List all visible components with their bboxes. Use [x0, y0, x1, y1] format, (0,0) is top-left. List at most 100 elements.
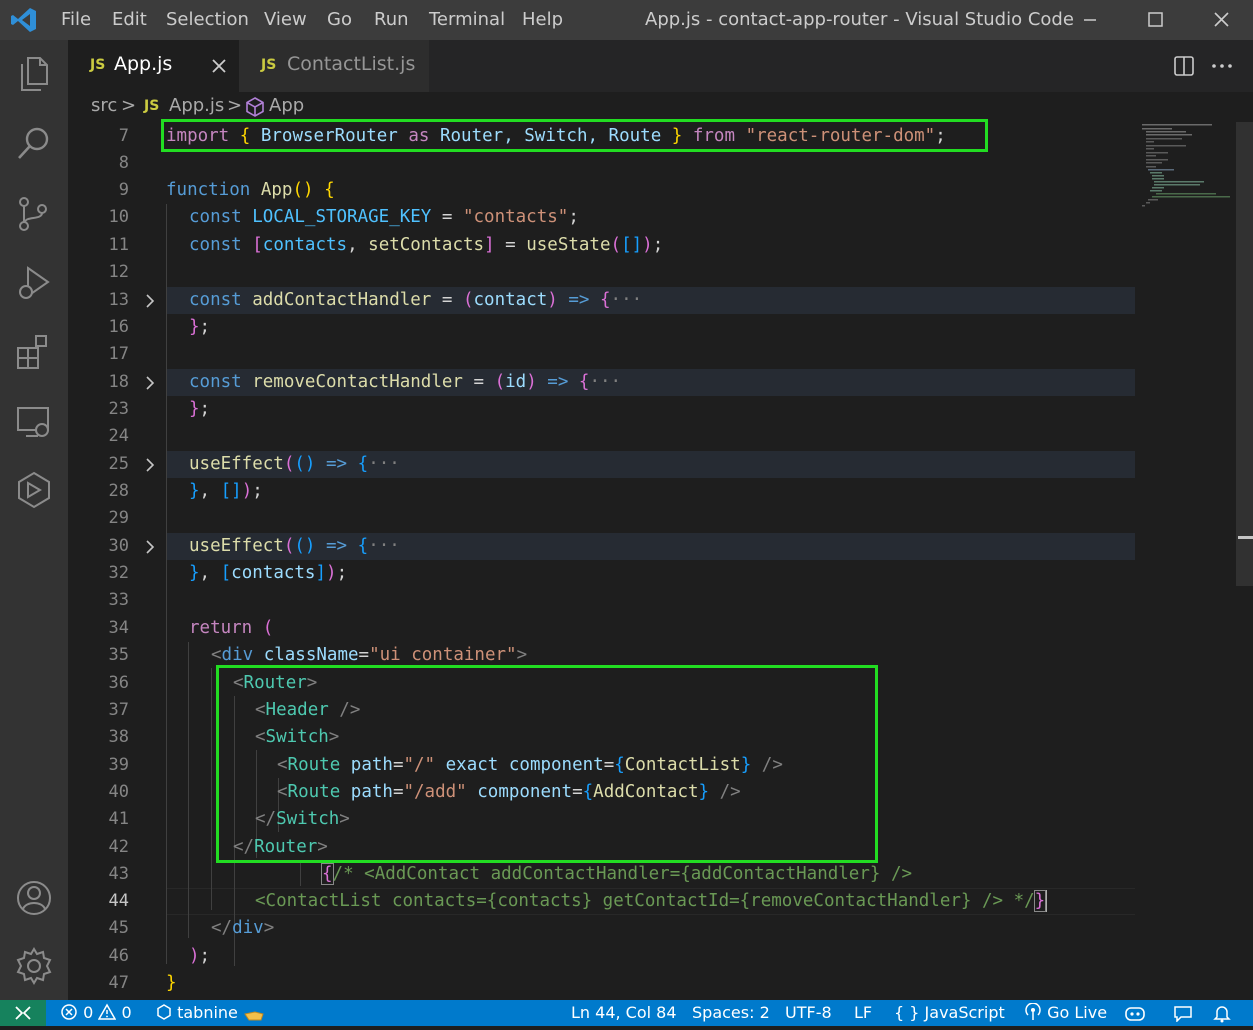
code-line: }	[166, 973, 177, 993]
chevron-right-icon[interactable]	[144, 533, 156, 560]
line-number: 24	[108, 426, 129, 446]
js-file-icon: JS	[261, 57, 277, 73]
tab-label: ContactList.js	[287, 53, 416, 75]
run-debug-button[interactable]	[14, 264, 54, 304]
maximize-button[interactable]	[1132, 0, 1178, 40]
highlight-box-router	[216, 665, 878, 863]
tab-app-js[interactable]: JS App.js	[68, 40, 239, 92]
symbol-class-icon	[246, 97, 264, 117]
settings-gear-icon	[16, 947, 52, 985]
status-bar: 0 0 tabnine Ln 44, Col 84 Spaces: 2 UTF-…	[0, 1000, 1253, 1026]
menu-run[interactable]: Run	[374, 0, 409, 40]
end-of-line-setting[interactable]: LF	[854, 1000, 872, 1026]
vertical-scrollbar[interactable]	[1236, 122, 1253, 586]
manage-settings-button[interactable]	[14, 946, 54, 986]
run-debug-icon	[19, 266, 50, 299]
line-number: 40	[108, 782, 129, 802]
search-button[interactable]	[14, 124, 54, 164]
line-number: 36	[108, 673, 129, 693]
deploy-button[interactable]	[14, 470, 54, 510]
minimize-button[interactable]	[1067, 0, 1113, 40]
language-mode[interactable]: { } JavaScript	[894, 1000, 1005, 1026]
go-live-button[interactable]: Go Live	[1024, 1000, 1107, 1026]
line-number: 25	[108, 454, 129, 474]
remote-icon	[15, 1006, 31, 1020]
bell-icon[interactable]	[1212, 1003, 1232, 1023]
close-window-button[interactable]	[1198, 0, 1244, 40]
line-number: 7	[118, 126, 129, 146]
tab-contactlist-js[interactable]: JS ContactList.js	[239, 40, 429, 92]
line-number: 18	[108, 372, 129, 392]
editor-tab-bar: JS App.js JS ContactList.js	[68, 40, 1253, 92]
breadcrumb-separator: >	[227, 95, 243, 116]
code-line: {/* <AddContact addContactHandler={addCo…	[321, 863, 913, 885]
code-line: return (	[189, 618, 274, 638]
menu-edit[interactable]: Edit	[112, 0, 147, 40]
remote-indicator-button[interactable]	[0, 1000, 46, 1026]
line-number: 47	[108, 973, 129, 993]
line-number: 43	[108, 864, 129, 884]
menu-go[interactable]: Go	[327, 0, 352, 40]
line-number: 9	[118, 180, 129, 200]
activity-bar	[0, 40, 68, 1000]
minimize-icon	[1084, 19, 1096, 21]
problems-button[interactable]: 0 0	[60, 1000, 132, 1026]
accounts-button[interactable]	[14, 878, 54, 918]
explorer-button[interactable]	[14, 54, 54, 94]
js-file-icon: JS	[90, 57, 106, 73]
code-line: );	[189, 946, 211, 966]
tabnine-icon	[157, 1004, 171, 1020]
hand-pointer-icon	[244, 1011, 264, 1021]
chevron-right-icon[interactable]	[144, 287, 156, 314]
extensions-button[interactable]	[14, 332, 54, 372]
extensions-icon	[17, 335, 47, 369]
menu-selection[interactable]: Selection	[166, 0, 249, 40]
line-number: 34	[108, 618, 129, 638]
line-number: 45	[108, 918, 129, 938]
line-number: 29	[108, 508, 129, 528]
minimap[interactable]	[1142, 122, 1238, 212]
line-number: 33	[108, 590, 129, 610]
menu-view[interactable]: View	[264, 0, 307, 40]
chevron-right-icon[interactable]	[144, 451, 156, 478]
breadcrumb-symbol[interactable]: App	[269, 95, 304, 116]
line-number: 32	[108, 563, 129, 583]
line-number: 39	[108, 755, 129, 775]
feedback-icon[interactable]	[1172, 1004, 1194, 1022]
copilot-icon[interactable]	[1124, 1004, 1146, 1022]
line-number: 46	[108, 946, 129, 966]
cursor-position[interactable]: Ln 44, Col 84	[571, 1000, 677, 1026]
encoding-setting[interactable]: UTF-8	[785, 1000, 832, 1026]
window-title: App.js - contact-app-router - Visual Stu…	[645, 9, 1074, 30]
tab-label: App.js	[114, 53, 173, 75]
code-line-current: <ContactList contacts={contacts} getCont…	[255, 890, 1048, 912]
breadcrumb-file[interactable]: App.js	[169, 95, 224, 116]
breadcrumb: src > JS App.js > App	[68, 92, 1253, 122]
breadcrumb-folder[interactable]: src	[91, 95, 117, 116]
source-control-button[interactable]	[14, 194, 54, 234]
tabnine-status[interactable]: tabnine	[156, 1000, 265, 1026]
line-number: 11	[108, 235, 129, 255]
line-number: 17	[108, 344, 129, 364]
close-icon[interactable]	[210, 57, 228, 75]
chevron-right-icon[interactable]	[144, 369, 156, 396]
line-number-active: 44	[108, 891, 129, 911]
line-number: 16	[108, 317, 129, 337]
split-editor-icon[interactable]	[1173, 55, 1195, 77]
line-number: 38	[108, 727, 129, 747]
highlight-box-import	[161, 119, 988, 152]
deploy-icon	[18, 471, 50, 509]
line-number: 28	[108, 481, 129, 501]
menu-help[interactable]: Help	[522, 0, 563, 40]
code-line: </div>	[211, 918, 275, 938]
menu-file[interactable]: File	[61, 0, 91, 40]
remote-explorer-icon	[17, 407, 49, 437]
remote-explorer-button[interactable]	[14, 402, 54, 442]
code-line: };	[189, 317, 211, 337]
code-editor[interactable]: 7 8 9 10 11 12 13 16 17 18 23 24 25 28 2…	[68, 119, 1253, 1000]
more-actions-icon[interactable]	[1210, 55, 1234, 77]
indentation-setting[interactable]: Spaces: 2	[692, 1000, 770, 1026]
code-line-folded: useEffect(() => {···	[189, 454, 400, 474]
menu-terminal[interactable]: Terminal	[429, 0, 505, 40]
go-live-label: Go Live	[1047, 1003, 1108, 1022]
